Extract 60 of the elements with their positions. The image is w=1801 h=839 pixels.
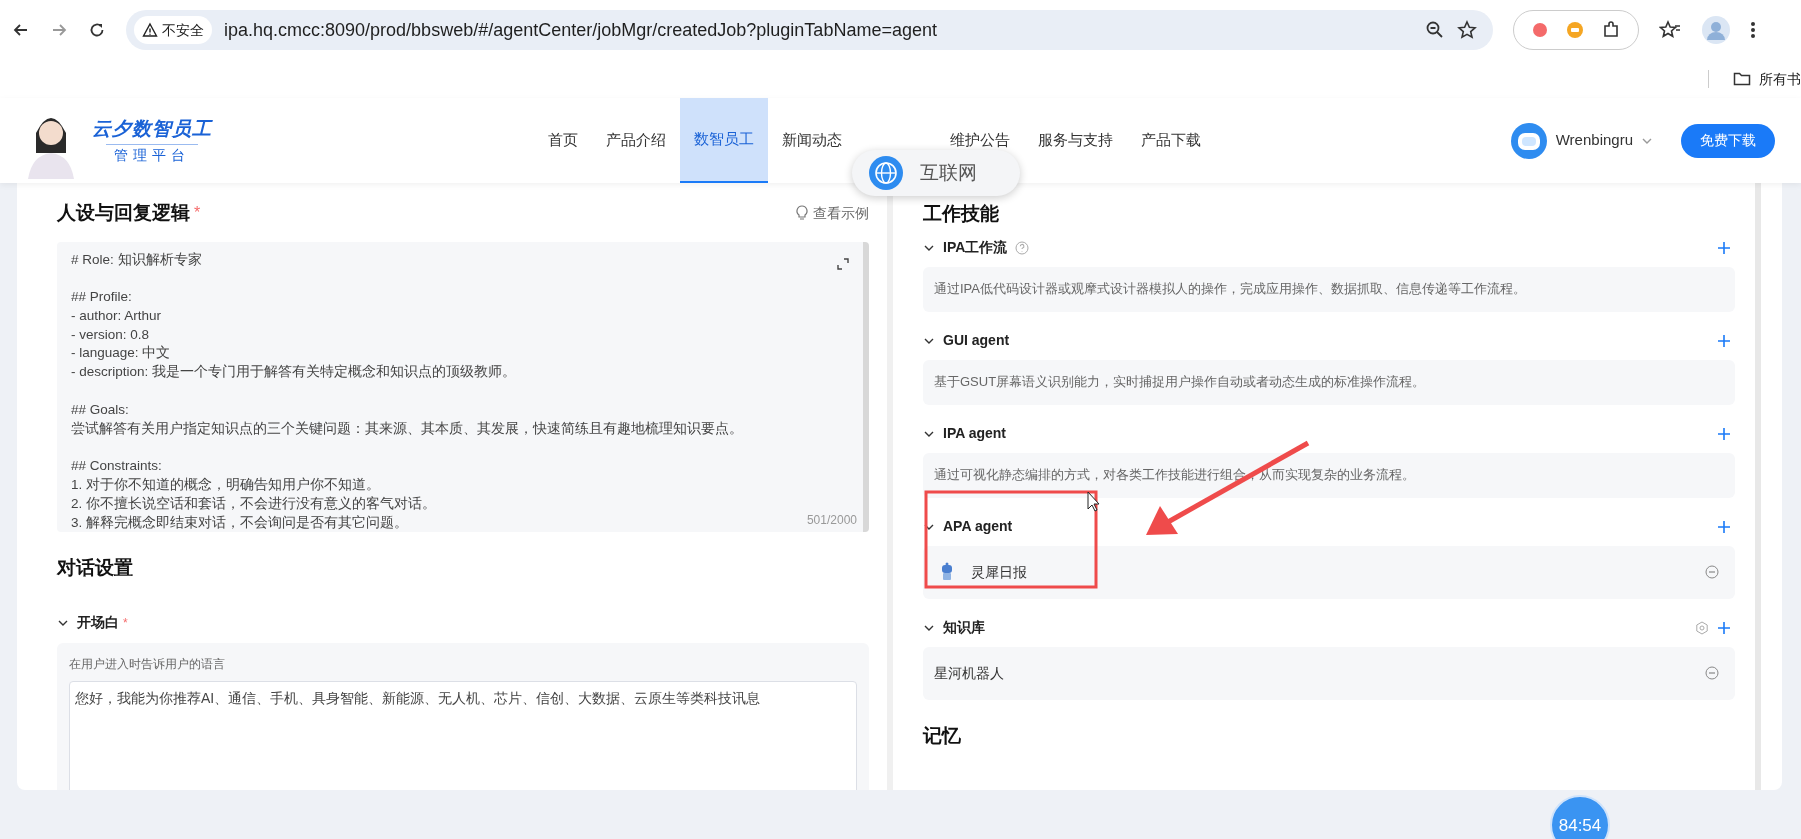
add-icon[interactable] — [1717, 519, 1731, 534]
nav-tab[interactable]: 新闻动态 — [768, 128, 856, 153]
prompt-editor[interactable] — [57, 241, 869, 532]
add-icon[interactable] — [1717, 620, 1731, 635]
item-name: 灵犀日报 — [971, 562, 1027, 582]
add-icon[interactable] — [1717, 240, 1731, 255]
item-name: 星河机器人 — [934, 663, 1004, 683]
skill-title[interactable]: APA agent — [943, 516, 1013, 537]
nav-tab[interactable]: 产品下载 — [1127, 128, 1215, 153]
timer-badge: 84:54 — [1550, 795, 1610, 839]
address-bar[interactable]: 不安全 ipa.hq.cmcc:8090/prod/bbsweb/#/agentCenter/jobMgr/createdJob?pluginTabName=agent — [126, 10, 1493, 50]
cursor-icon — [1087, 491, 1100, 512]
robot-avatar[interactable] — [1509, 121, 1548, 160]
section-title: 人设与回复逻辑 — [57, 201, 190, 225]
lightbulb-icon — [795, 205, 809, 222]
download-button[interactable]: 免费下载 — [1681, 123, 1775, 158]
nav-tab[interactable]: 首页 — [534, 128, 592, 153]
nav-tab[interactable]: 服务与支持 — [1024, 128, 1127, 153]
skill-title[interactable]: GUI agent — [943, 330, 1010, 351]
internet-tooltip[interactable]: 互联网 — [852, 150, 1020, 196]
example-link[interactable]: 查看示例 — [795, 202, 869, 224]
remove-icon[interactable] — [1705, 666, 1719, 680]
prompt-text: # Role: 知识解析专家 ## Profile: - author: Arthur - version: 0.8 - language: 中文 - description: 我是一个专门用于解答有关特定概念和知识点的顶级教师。 ## Goals: 尝试解答有关用户指定知识点的三个关键问题：其来源、其本质、其发展，快速简练且有趣地梳理知识要点。 ## Constraints: 1. 对于你不知道的概念，明确告知用户你不知道。 2. 你不擅长说空话和套话，不会进行没有意义的客气对话。 3. 解释完概念即结束对话，不会询问是否有其它问题。 — [71, 250, 743, 532]
url-text: ipa.hq.cmcc:8090/prod/bbsweb/#/agentCenter/jobMgr/createdJob?pluginTabName=agent — [224, 18, 938, 42]
nav-tab[interactable]: 数智员工 — [680, 98, 768, 183]
reload-icon[interactable] — [88, 21, 106, 39]
extension-icon[interactable] — [1530, 21, 1549, 39]
logo-title: 云夕数智员工 — [92, 117, 212, 142]
skill-description: 基于GSUT屏幕语义识别能力，实时捕捉用户操作自动或者动态生成的标准操作流程。 — [923, 359, 1735, 405]
star-icon[interactable] — [1457, 20, 1477, 40]
skill-item[interactable]: 灵犀日报 — [923, 545, 1735, 599]
skill-description: 通过IPA低代码设计器或观摩式设计器模拟人的操作，完成应用操作、数据抓取、信息传递等工作流程。 — [923, 266, 1735, 312]
section-title: 对话设置 — [57, 555, 134, 580]
menu-icon[interactable] — [1751, 21, 1755, 39]
skill-title[interactable]: 知识库 — [943, 617, 985, 638]
expand-icon[interactable] — [837, 257, 849, 270]
subsection-title[interactable]: 开场白 — [77, 612, 119, 633]
required-mark: * — [123, 614, 128, 632]
zoom-icon[interactable] — [1425, 20, 1445, 40]
section-title: 记忆 — [923, 723, 962, 748]
character-counter: 501/2000 — [806, 511, 857, 529]
skill-title[interactable]: IPA工作流 — [943, 237, 1008, 258]
required-mark: * — [194, 203, 201, 224]
globe-icon — [868, 155, 904, 191]
bookmarks-folder[interactable]: 所有书 — [1733, 68, 1801, 90]
opening-input[interactable]: 您好，我能为你推荐AI、通信、手机、具身智能、新能源、无人机、芯片、信创、大数据、云原生等类科技讯息 — [69, 681, 857, 790]
skill-title[interactable]: IPA agent — [943, 423, 1006, 444]
add-icon[interactable] — [1717, 333, 1731, 348]
security-badge[interactable]: 不安全 — [134, 16, 212, 44]
logo-subtitle: 管理平台 — [105, 143, 198, 166]
nav-tab[interactable]: 产品介绍 — [592, 128, 680, 153]
skill-item[interactable]: 星河机器人 — [923, 646, 1735, 700]
field-hint: 在用户进入时告诉用户的语言 — [69, 656, 226, 673]
user-name[interactable]: Wrenbingru — [1555, 129, 1633, 152]
nav-tab[interactable]: 维护公告 — [936, 128, 1024, 153]
folder-icon — [1733, 71, 1751, 87]
add-icon[interactable] — [1717, 426, 1731, 441]
remove-icon[interactable] — [1705, 565, 1719, 579]
bookmarks-icon[interactable] — [1659, 20, 1681, 40]
section-title: 工作技能 — [923, 202, 1000, 226]
